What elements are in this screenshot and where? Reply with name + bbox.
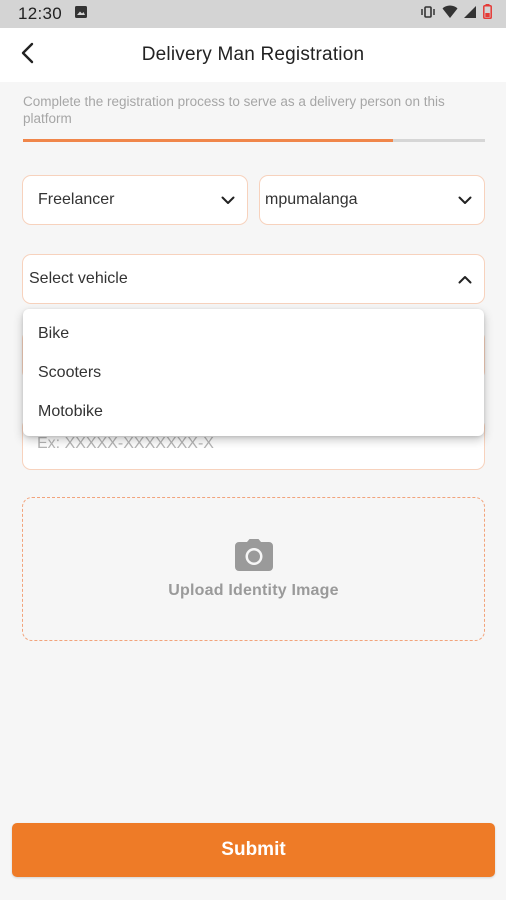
zone-select[interactable]: mpumalanga: [259, 175, 485, 225]
image-icon: [74, 4, 88, 24]
back-button[interactable]: [10, 38, 44, 72]
camera-icon: [234, 538, 273, 576]
signal-icon: [464, 4, 477, 24]
employment-type-select[interactable]: Freelancer: [22, 175, 248, 225]
vehicle-value: Select vehicle: [29, 270, 128, 287]
registration-progress: [23, 139, 485, 142]
vehicle-select[interactable]: Select vehicle: [22, 254, 485, 304]
status-bar: 12:30: [0, 0, 506, 28]
vehicle-option-motobike[interactable]: Motobike: [23, 392, 484, 431]
upload-identity-image[interactable]: Upload Identity Image: [22, 497, 485, 641]
vibrate-icon: [420, 4, 436, 24]
back-arrow-icon: [19, 41, 35, 70]
wifi-icon: [442, 4, 458, 24]
submit-button[interactable]: Submit: [12, 823, 495, 877]
vehicle-dropdown-menu: Bike Scooters Motobike: [23, 309, 484, 436]
battery-icon: [483, 4, 492, 24]
vehicle-option-bike[interactable]: Bike: [23, 314, 484, 353]
app-bar: Delivery Man Registration: [0, 28, 506, 82]
chevron-down-icon: [458, 196, 472, 205]
chevron-down-icon: [221, 196, 235, 205]
zone-value: mpumalanga: [265, 191, 358, 208]
upload-label: Upload Identity Image: [168, 581, 339, 599]
page-title: Delivery Man Registration: [141, 44, 365, 65]
employment-type-value: Freelancer: [38, 191, 115, 208]
chevron-up-icon: [458, 275, 472, 284]
identity-number-input[interactable]: [37, 435, 470, 453]
registration-subtitle: Complete the registration process to ser…: [23, 94, 445, 126]
status-time: 12:30: [18, 4, 63, 23]
progress-fill: [23, 139, 393, 142]
vehicle-option-scooters[interactable]: Scooters: [23, 353, 484, 392]
